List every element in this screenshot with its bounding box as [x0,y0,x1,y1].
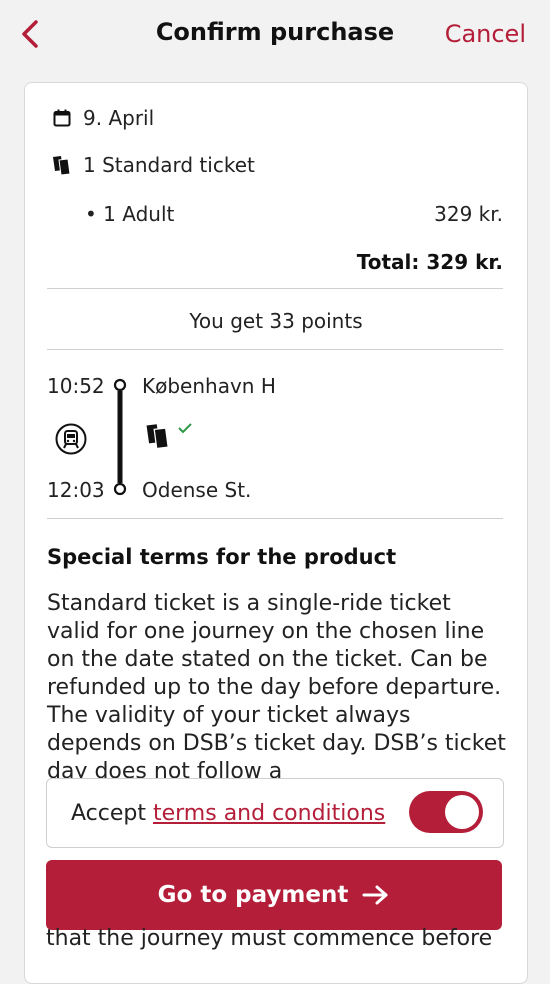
terms-body-continued: that the journey must commence before [46,926,493,951]
passenger-line: • 1 Adult [85,202,175,226]
cancel-button[interactable]: Cancel [445,20,526,48]
departure-station: København H [142,374,276,398]
travel-date: 9. April [83,106,155,130]
tickets-icon [53,156,71,175]
train-icon [55,423,87,455]
go-to-payment-button[interactable]: Go to payment [46,860,502,930]
purchase-summary-card: 9. April 1 Standard ticket • 1 Adult 329… [24,82,528,984]
journey-line [113,378,127,496]
terms-body: Standard ticket is a single-ride ticket … [47,591,506,784]
total-price: Total: 329 kr. [356,250,503,274]
accept-terms-toggle[interactable] [409,791,483,833]
passenger-price: 329 kr. [434,202,503,226]
accept-label: Accept terms and conditions [71,801,385,826]
accept-prefix: Accept [71,801,146,826]
divider [47,349,503,350]
arrival-station: Odense St. [142,478,252,502]
app-header: Confirm purchase Cancel [0,0,550,72]
toggle-knob [445,795,479,829]
divider [47,518,503,519]
payment-button-label: Go to payment [157,882,349,908]
tickets-icon [146,424,169,450]
points-info: You get 33 points [189,309,363,333]
accept-terms-row: Accept terms and conditions [46,778,504,848]
calendar-icon [53,109,71,127]
departure-time: 10:52 [47,374,105,398]
terms-link[interactable]: terms and conditions [153,801,385,826]
arrow-right-icon [362,884,390,906]
arrival-time: 12:03 [47,478,105,502]
ticket-line: 1 Standard ticket [83,153,255,177]
divider [47,288,503,289]
terms-title: Special terms for the product [47,545,397,569]
checkmark-icon [178,423,192,434]
